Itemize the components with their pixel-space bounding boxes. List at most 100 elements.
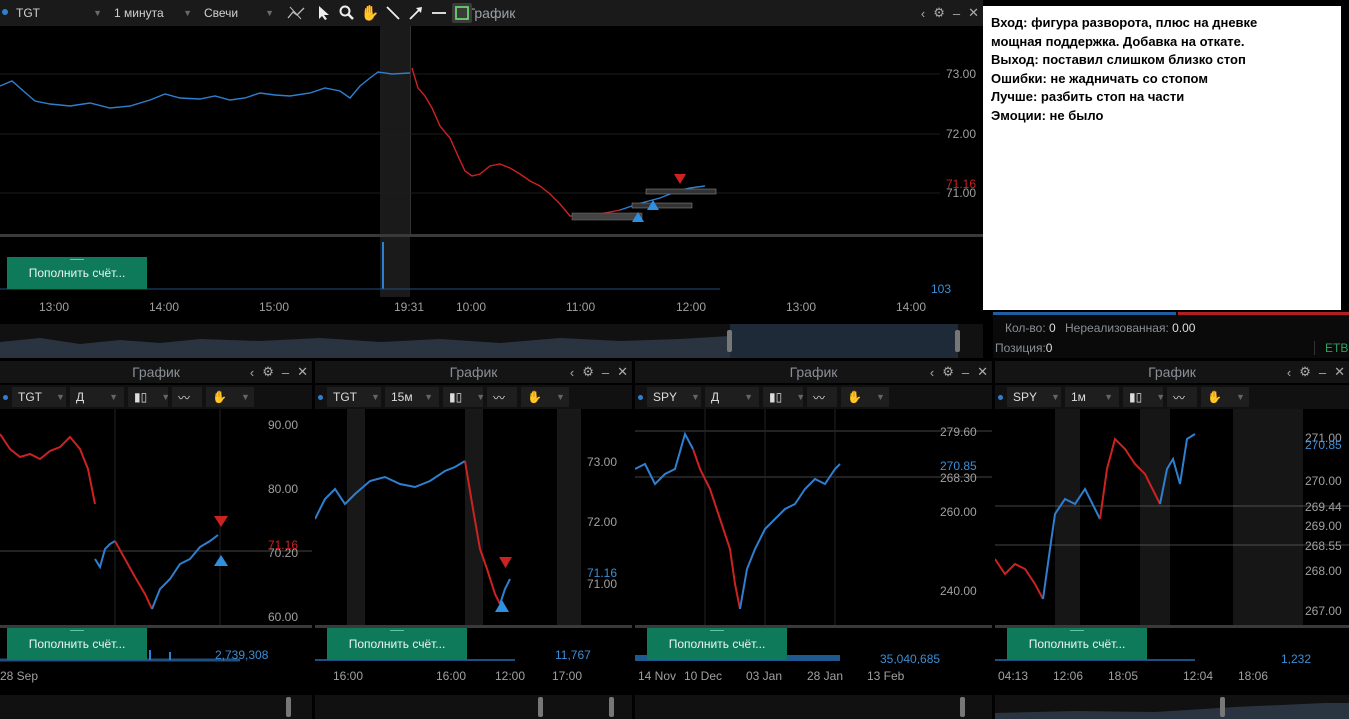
panel-navigator[interactable]	[0, 695, 312, 719]
volume-chart: Пополнить счёт... 1,232	[995, 628, 1349, 664]
hand-icon[interactable]: ✋ ▼	[841, 387, 889, 407]
panel-navigator[interactable]	[315, 695, 632, 719]
panel-toolbar: TGT ▼ 15м ▼ ▮▯ ▼ 〰 ✋ ▼	[315, 385, 632, 409]
price-chart[interactable]: 90.00 80.00 70.20 60.00 71.16	[0, 409, 312, 625]
deposit-button[interactable]: Пополнить счёт...	[1007, 628, 1147, 660]
collapse-left-icon[interactable]: ‹	[570, 365, 574, 380]
time-tick: 18:06	[1238, 669, 1269, 683]
symbol-selector[interactable]: SPY ▼	[1007, 387, 1061, 407]
link-dot-icon[interactable]	[318, 394, 323, 400]
indicators-icon[interactable]: 〰	[487, 387, 517, 407]
panel-navigator[interactable]	[635, 695, 992, 719]
gear-icon[interactable]: ⚙	[262, 364, 274, 380]
navigator-handle-right[interactable]	[955, 330, 960, 352]
collapse-left-icon[interactable]: ‹	[921, 6, 925, 21]
panel-navigator[interactable]	[995, 695, 1349, 719]
panel-title: График	[789, 364, 838, 380]
navigator-handle-right[interactable]	[609, 697, 614, 717]
position-row: Позиция:0	[995, 341, 1052, 355]
zoom-icon[interactable]	[337, 3, 357, 23]
main-navigator[interactable]	[0, 324, 983, 358]
deposit-button[interactable]: Пополнить счёт...	[647, 628, 787, 660]
close-icon[interactable]: ✕	[977, 364, 988, 380]
rectangle-tool-icon[interactable]	[452, 3, 472, 23]
navigator-overview	[995, 703, 1349, 719]
collapse-left-icon[interactable]: ‹	[1287, 365, 1291, 380]
gear-icon[interactable]: ⚙	[1299, 364, 1311, 380]
close-icon[interactable]: ✕	[297, 364, 308, 380]
link-dot-icon[interactable]	[638, 394, 643, 400]
link-dot-icon[interactable]	[3, 394, 8, 400]
price-chart[interactable]: 271.00 270.00 269.44 269.00 268.55 268.0…	[995, 409, 1349, 625]
symbol-label: SPY	[653, 390, 678, 404]
panel-title: График	[132, 364, 180, 380]
arrow-tool-icon[interactable]	[406, 3, 426, 23]
collapse-left-icon[interactable]: ‹	[250, 365, 254, 380]
hand-icon[interactable]: ✋	[360, 3, 380, 23]
volume-chart: Пополнить счёт... 35,040,685	[635, 628, 992, 664]
close-icon[interactable]: ✕	[617, 364, 628, 380]
main-time-axis: 13:00 14:00 15:00 19:31 10:00 11:00 12:0…	[0, 298, 983, 320]
price-chart[interactable]: 279.60 268.30 260.00 240.00 270.85	[635, 409, 992, 625]
link-dot-icon[interactable]	[2, 9, 8, 15]
navigator-handle-right[interactable]	[960, 697, 965, 717]
link-dot-icon[interactable]	[998, 394, 1003, 400]
timeframe-selector[interactable]: 1 минута ▼	[114, 6, 196, 20]
gear-icon[interactable]: ⚙	[933, 5, 945, 21]
timeframe-selector[interactable]: Д ▼	[705, 387, 759, 407]
minimize-icon[interactable]: –	[282, 365, 289, 380]
minimize-icon[interactable]: –	[953, 6, 960, 21]
buy-bar[interactable]	[993, 312, 1176, 315]
navigator-handle-left[interactable]	[538, 697, 543, 717]
chevron-down-icon: ▼	[691, 392, 700, 402]
volume-chart: Пополнить счёт... 11,767	[315, 628, 632, 664]
gear-icon[interactable]: ⚙	[942, 364, 954, 380]
indicators-icon[interactable]: 〰	[172, 387, 202, 407]
indicators-icon[interactable]: 〰	[1167, 387, 1197, 407]
volume-label: 11,767	[555, 648, 591, 662]
candles-icon[interactable]: ▮▯ ▼	[128, 387, 171, 407]
minimize-icon[interactable]: –	[602, 365, 609, 380]
close-icon[interactable]: ✕	[1334, 364, 1345, 380]
deposit-button[interactable]: Пополнить счёт...	[327, 628, 467, 660]
navigator-handle-left[interactable]	[1220, 697, 1225, 717]
hand-icon[interactable]: ✋ ▼	[206, 387, 254, 407]
symbol-selector[interactable]: TGT ▼	[327, 387, 381, 407]
trade-notes[interactable]: Вход: фигура разворота, плюс на дневке м…	[983, 6, 1341, 310]
timeframe-selector[interactable]: 15м ▼	[385, 387, 439, 407]
timeframe-selector[interactable]: Д ▼	[70, 387, 124, 407]
price-chart[interactable]: 73.00 72.00 71.00 71.16	[315, 409, 632, 625]
line-tool-icon[interactable]	[383, 3, 403, 23]
deposit-button[interactable]: Пополнить счёт...	[7, 628, 147, 660]
symbol-selector[interactable]: TGT ▼	[16, 6, 106, 20]
hand-icon[interactable]: ✋ ▼	[521, 387, 569, 407]
indicators-icon[interactable]: 〰	[807, 387, 837, 407]
minimize-icon[interactable]: –	[962, 365, 969, 380]
gear-icon[interactable]: ⚙	[582, 364, 594, 380]
symbol-selector[interactable]: SPY ▼	[647, 387, 701, 407]
notes-line: Выход: поставил слишком близко стоп	[991, 52, 1246, 67]
hand-icon[interactable]: ✋ ▼	[1201, 387, 1249, 407]
candles-icon[interactable]: ▮▯ ▼	[443, 387, 485, 407]
main-price-chart[interactable]: 73.00 72.00 71.00 71.16	[0, 26, 983, 235]
chevron-down-icon: ▼	[161, 392, 171, 402]
chevron-down-icon: ▼	[109, 392, 118, 402]
navigator-handle-right[interactable]	[286, 697, 291, 717]
navigator-handle-left[interactable]	[727, 330, 732, 352]
deposit-button[interactable]: Пополнить счёт...	[7, 257, 147, 289]
close-icon[interactable]: ✕	[968, 5, 979, 21]
time-tick: 17:00	[552, 669, 583, 683]
symbol-selector[interactable]: TGT ▼	[12, 387, 66, 407]
timeframe-selector[interactable]: 1м ▼	[1065, 387, 1119, 407]
chevron-down-icon: ▼	[424, 392, 433, 402]
chart-type-selector[interactable]: Свечи ▼	[204, 6, 278, 20]
cursor-icon[interactable]	[314, 3, 334, 23]
candles-icon[interactable]: ▮▯ ▼	[1123, 387, 1165, 407]
minimize-icon[interactable]: –	[1319, 365, 1326, 380]
candles-icon[interactable]: ▮▯ ▼	[763, 387, 805, 407]
sell-bar[interactable]	[1178, 312, 1349, 315]
collapse-left-icon[interactable]: ‹	[930, 365, 934, 380]
horizontal-line-icon[interactable]	[429, 3, 449, 23]
indicators-icon[interactable]	[286, 3, 306, 23]
price-tick: 72.00	[587, 515, 618, 529]
